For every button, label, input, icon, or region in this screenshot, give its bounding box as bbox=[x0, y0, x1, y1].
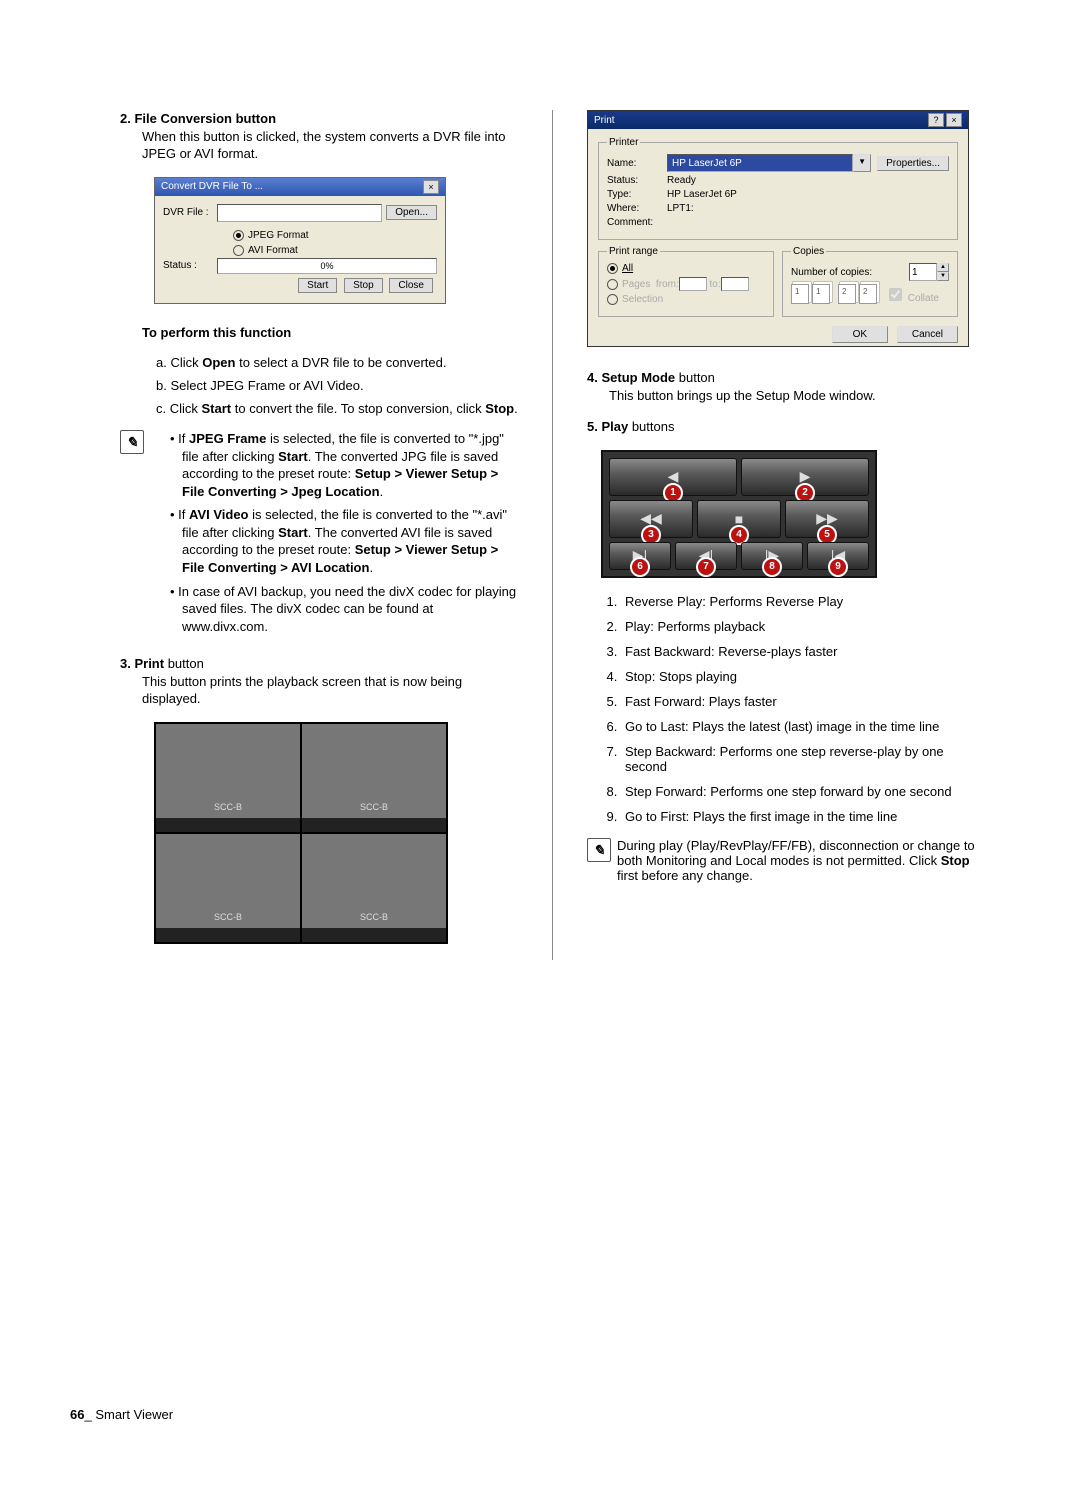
page: 2. File Conversion button When this butt… bbox=[0, 0, 1080, 1010]
progress-bar: 0% bbox=[217, 258, 437, 274]
dvr-file-input[interactable] bbox=[217, 204, 382, 222]
section-2-desc: When this button is clicked, the system … bbox=[120, 128, 518, 163]
print-preview-figure: SCC-B SCC-B SCC-B SCC-B bbox=[140, 722, 518, 944]
list-item: Stop: Stops playing bbox=[621, 669, 985, 684]
convert-dialog-figure: Convert DVR File To ... × DVR File : Ope… bbox=[140, 177, 518, 304]
list-item: Step Backward: Performs one step reverse… bbox=[621, 744, 985, 774]
section-title: File Conversion button bbox=[134, 111, 276, 126]
status-label: Status : bbox=[163, 260, 217, 271]
ok-button[interactable]: OK bbox=[832, 326, 888, 343]
start-button[interactable]: Start bbox=[298, 278, 337, 293]
print-range-fieldset: Print range All Pages from: to: Selectio… bbox=[598, 246, 774, 317]
print-dialog-titlebar: Print ? × bbox=[588, 111, 968, 129]
note-block-1: ✎ If JPEG Frame is selected, the file is… bbox=[120, 430, 518, 641]
fast-forward-button[interactable]: ▶▶5 bbox=[785, 500, 869, 538]
section-name: Smart Viewer bbox=[95, 1407, 173, 1422]
column-divider bbox=[552, 110, 553, 960]
goto-first-button[interactable]: |◀9 bbox=[807, 542, 869, 570]
close-button[interactable]: Close bbox=[389, 278, 433, 293]
radio-selection: Selection bbox=[607, 294, 765, 305]
collate-icon bbox=[791, 284, 830, 304]
stop-button[interactable]: ■4 bbox=[697, 500, 781, 538]
convert-dialog-title: Convert DVR File To ... bbox=[161, 181, 263, 192]
radio-jpeg[interactable]: JPEG Format bbox=[233, 228, 437, 243]
page-footer: 66_ Smart Viewer bbox=[70, 1407, 173, 1422]
list-item: Go to First: Plays the first image in th… bbox=[621, 809, 985, 824]
quad-cell: SCC-B bbox=[302, 834, 446, 942]
section-number: 3. bbox=[120, 656, 131, 671]
section-number: 2. bbox=[120, 111, 131, 126]
copies-fieldset: Copies Number of copies: ▲▼ bbox=[782, 246, 958, 317]
section-3-heading: 3. Print button This button prints the p… bbox=[120, 655, 518, 708]
print-dialog-title: Print bbox=[594, 115, 615, 126]
chevron-down-icon[interactable]: ▼ bbox=[853, 154, 871, 172]
list-item: Go to Last: Plays the latest (last) imag… bbox=[621, 719, 985, 734]
dvr-file-label: DVR File : bbox=[163, 207, 217, 218]
fast-backward-button[interactable]: ◀◀3 bbox=[609, 500, 693, 538]
open-button[interactable]: Open... bbox=[386, 205, 437, 220]
section-5-heading: 5. Play buttons bbox=[587, 418, 985, 436]
radio-all[interactable]: All bbox=[607, 263, 765, 274]
section-2-heading: 2. File Conversion button When this butt… bbox=[120, 110, 518, 163]
section-4-heading: 4. Setup Mode button This button brings … bbox=[587, 369, 985, 404]
perform-steps: a. Click Open to select a DVR file to be… bbox=[120, 355, 518, 416]
collate-icon bbox=[838, 284, 877, 304]
section-3-desc: This button prints the playback screen t… bbox=[120, 673, 518, 708]
properties-button[interactable]: Properties... bbox=[877, 156, 949, 171]
convert-dialog: Convert DVR File To ... × DVR File : Ope… bbox=[154, 177, 446, 304]
list-item: Reverse Play: Performs Reverse Play bbox=[621, 594, 985, 609]
play-panel-figure: ◀1 ▶2 ◀◀3 ■4 ▶▶5 ▶|6 ◀|7 |▶8 |◀9 bbox=[601, 450, 985, 578]
section-title: Print bbox=[134, 656, 164, 671]
right-column: Print ? × Printer Name: HP LaserJet 6P ▼… bbox=[587, 110, 985, 960]
note-avi: If AVI Video is selected, the file is co… bbox=[150, 506, 518, 576]
radio-pages: Pages from: to: bbox=[607, 277, 765, 291]
perform-heading: To perform this function bbox=[120, 324, 518, 342]
quad-cell: SCC-B bbox=[302, 724, 446, 832]
note-text: During play (Play/RevPlay/FF/FB), discon… bbox=[617, 838, 985, 883]
cancel-button[interactable]: Cancel bbox=[897, 326, 958, 343]
play-description-list: Reverse Play: Performs Reverse Play Play… bbox=[587, 594, 985, 824]
play-panel: ◀1 ▶2 ◀◀3 ■4 ▶▶5 ▶|6 ◀|7 |▶8 |◀9 bbox=[601, 450, 877, 578]
print-dialog: Print ? × Printer Name: HP LaserJet 6P ▼… bbox=[587, 110, 969, 347]
note-divx: In case of AVI backup, you need the divX… bbox=[150, 583, 518, 636]
note-icon: ✎ bbox=[587, 838, 611, 862]
play-button[interactable]: ▶2 bbox=[741, 458, 869, 496]
radio-avi[interactable]: AVI Format bbox=[233, 243, 437, 258]
step-backward-button[interactable]: ◀|7 bbox=[675, 542, 737, 570]
quad-grid: SCC-B SCC-B SCC-B SCC-B bbox=[154, 722, 448, 944]
goto-last-button[interactable]: ▶|6 bbox=[609, 542, 671, 570]
step-c: c. Click Start to convert the file. To s… bbox=[142, 401, 518, 416]
list-item: Step Forward: Performs one step forward … bbox=[621, 784, 985, 799]
section-4-desc: This button brings up the Setup Mode win… bbox=[587, 387, 985, 405]
step-a: a. Click Open to select a DVR file to be… bbox=[142, 355, 518, 370]
list-item: Play: Performs playback bbox=[621, 619, 985, 634]
help-icon[interactable]: ? bbox=[928, 113, 944, 127]
step-b: b. Select JPEG Frame or AVI Video. bbox=[142, 378, 518, 393]
quad-cell: SCC-B bbox=[156, 724, 300, 832]
page-number: 66 bbox=[70, 1407, 84, 1422]
collate-checkbox bbox=[889, 288, 902, 301]
copies-stepper[interactable]: ▲▼ bbox=[909, 263, 949, 281]
printer-fieldset: Printer Name: HP LaserJet 6P ▼ Propertie… bbox=[598, 137, 958, 240]
left-column: 2. File Conversion button When this butt… bbox=[120, 110, 518, 960]
note-jpeg: If JPEG Frame is selected, the file is c… bbox=[150, 430, 518, 500]
list-item: Fast Forward: Plays faster bbox=[621, 694, 985, 709]
note-block-2: ✎ During play (Play/RevPlay/FF/FB), disc… bbox=[587, 838, 985, 883]
reverse-play-button[interactable]: ◀1 bbox=[609, 458, 737, 496]
name-label: Name: bbox=[607, 158, 667, 169]
convert-dialog-titlebar: Convert DVR File To ... × bbox=[155, 178, 445, 196]
quad-cell: SCC-B bbox=[156, 834, 300, 942]
note-icon: ✎ bbox=[120, 430, 144, 454]
list-item: Fast Backward: Reverse-plays faster bbox=[621, 644, 985, 659]
close-icon[interactable]: × bbox=[423, 180, 439, 194]
step-forward-button[interactable]: |▶8 bbox=[741, 542, 803, 570]
stop-button[interactable]: Stop bbox=[344, 278, 383, 293]
close-icon[interactable]: × bbox=[946, 113, 962, 127]
printer-select[interactable]: HP LaserJet 6P bbox=[667, 154, 853, 172]
